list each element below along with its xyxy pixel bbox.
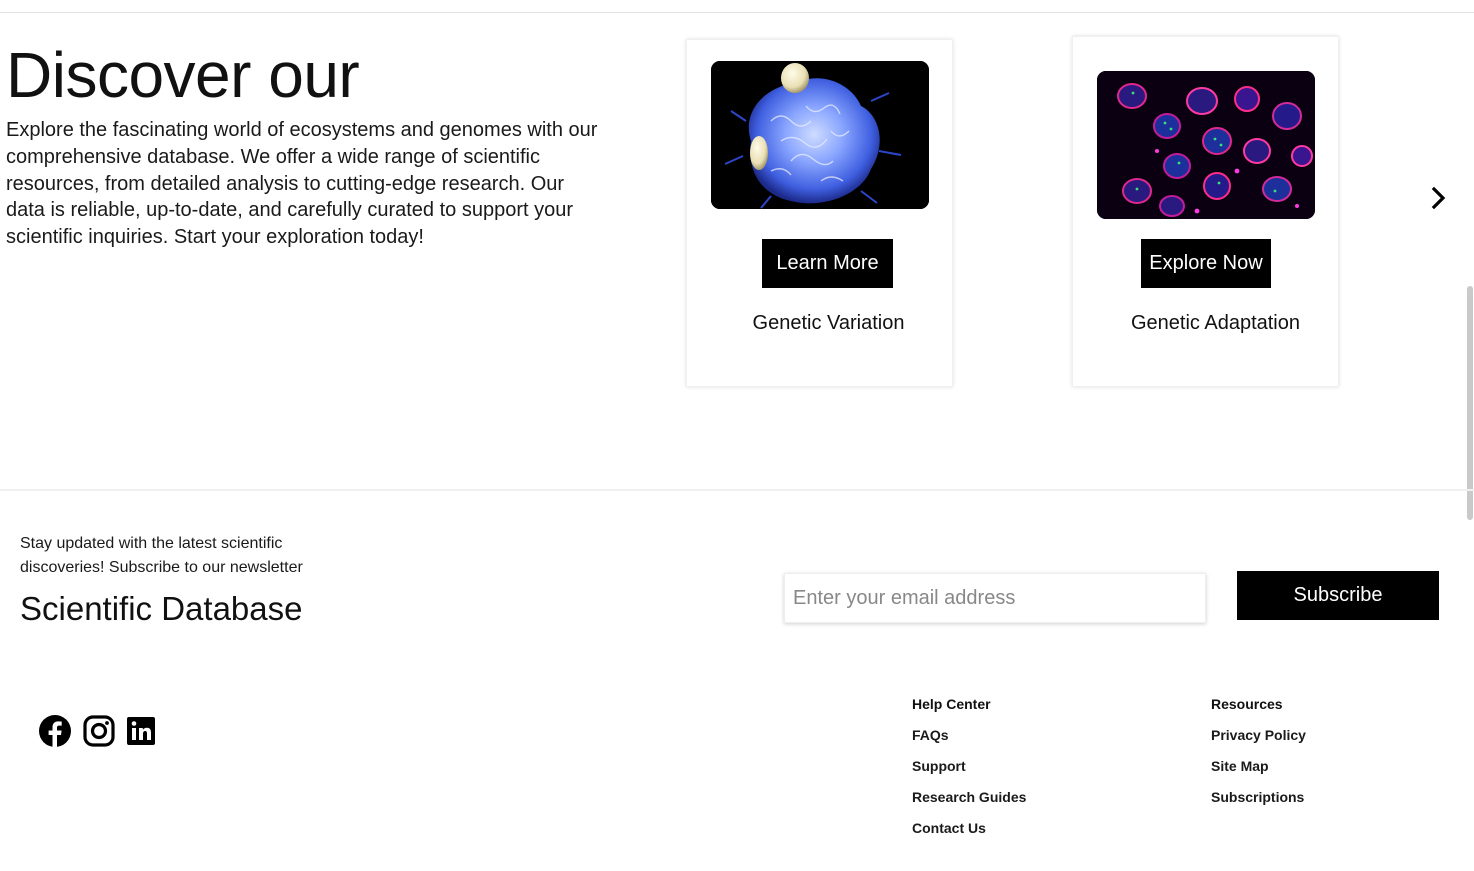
footer-column-help-center: Help Center FAQs Support Research Guides… <box>912 695 1026 850</box>
carousel-card-genetic-adaptation: Explore Now Genetic Adaptation <box>1072 36 1339 387</box>
footer-column-resources: Resources Privacy Policy Site Map Subscr… <box>1211 695 1306 819</box>
footer-link-faqs[interactable]: FAQs <box>912 726 1026 757</box>
card-image-blue-cell <box>711 61 929 209</box>
footer-link-contact-us[interactable]: Contact Us <box>912 819 1026 850</box>
scrollbar[interactable] <box>1467 286 1473 520</box>
hero-title: Discover our <box>6 39 360 111</box>
footer-link-subscriptions[interactable]: Subscriptions <box>1211 788 1306 819</box>
footer-link-research-guides[interactable]: Research Guides <box>912 788 1026 819</box>
card-caption: Genetic Variation <box>752 312 905 334</box>
carousel-card-genetic-variation: Learn More Genetic Variation <box>686 39 953 387</box>
subscribe-button[interactable]: Subscribe <box>1237 571 1439 620</box>
facebook-icon[interactable] <box>38 714 72 748</box>
linkedin-icon[interactable] <box>124 714 158 748</box>
footer-link-site-map[interactable]: Site Map <box>1211 757 1306 788</box>
card-caption: Genetic Adaptation <box>1130 312 1300 334</box>
section-divider <box>0 489 1474 491</box>
brand-name: Scientific Database <box>20 590 303 627</box>
top-divider <box>0 12 1474 13</box>
explore-now-button[interactable]: Explore Now <box>1141 239 1271 288</box>
chevron-right-icon[interactable] <box>1425 184 1451 212</box>
email-input[interactable] <box>784 573 1206 623</box>
hero-description: Explore the fascinating world of ecosyst… <box>6 119 598 249</box>
card-image-fluorescent-cells <box>1097 71 1315 219</box>
footer-heading: Help Center <box>912 696 991 712</box>
newsletter-text: Stay updated with the latest scientific … <box>20 535 303 576</box>
footer-heading: Resources <box>1211 696 1283 712</box>
footer-link-support[interactable]: Support <box>912 757 1026 788</box>
footer-link-privacy-policy[interactable]: Privacy Policy <box>1211 726 1306 757</box>
instagram-icon[interactable] <box>82 714 116 748</box>
learn-more-button[interactable]: Learn More <box>762 239 893 288</box>
